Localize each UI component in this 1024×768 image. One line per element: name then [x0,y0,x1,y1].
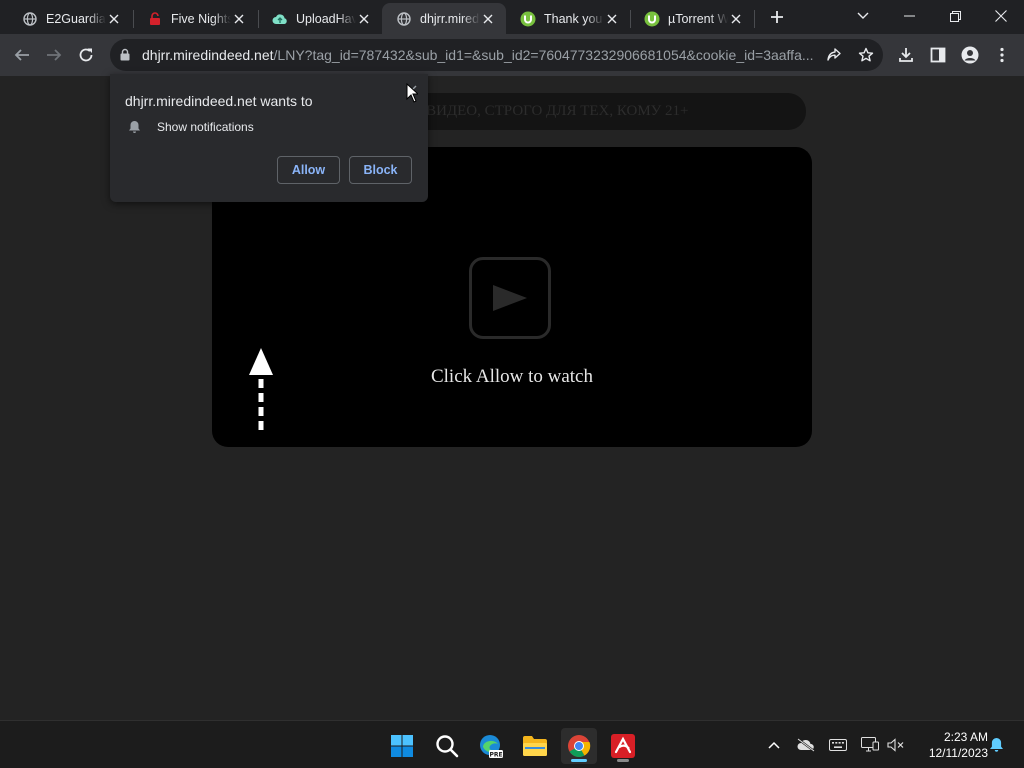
new-tab-button[interactable] [766,6,788,28]
notification-permission-prompt: dhjrr.miredindeed.net wants to Show noti… [110,74,428,202]
url-text[interactable]: dhjrr.miredindeed.net/LNY?tag_id=787432&… [142,47,822,65]
globe-icon [22,11,38,27]
download-icon[interactable] [893,42,919,68]
play-icon [493,285,527,311]
clock-time: 2:23 AM [943,730,988,744]
onedrive-off-icon[interactable] [796,735,816,755]
tab-search-chevron-icon[interactable] [840,0,886,32]
back-icon[interactable] [9,42,35,68]
close-window-button[interactable] [978,0,1024,32]
menu-kebab-icon[interactable] [989,42,1015,68]
tab-title: Thank you [544,11,603,26]
permission-label: Show notifications [157,120,254,134]
restore-button[interactable] [932,0,978,32]
volume-muted-icon[interactable] [886,735,906,755]
running-app-indicator [617,759,629,762]
close-tab-icon[interactable] [480,11,496,27]
click-allow-text: Click Allow to watch [430,366,593,387]
file-explorer-icon[interactable] [517,728,553,764]
minimize-button[interactable] [886,0,932,32]
utorrent-icon [520,11,536,27]
url-host: dhjrr.miredindeed.net [142,47,274,63]
edge-pre-icon[interactable]: PRE [473,728,509,764]
side-panel-icon[interactable] [925,42,951,68]
windows-taskbar: PRE 2:23 AM 12/11/2023 [0,720,1024,768]
arrow-up-icon [248,347,274,438]
share-icon[interactable] [823,44,845,66]
svg-text:PRE: PRE [489,751,502,758]
close-tab-icon[interactable] [728,11,744,27]
tray-overflow-chevron-icon[interactable] [764,735,784,755]
tab-title: E2Guardian [46,11,106,26]
tab-title: Five Nights [171,11,231,26]
search-icon[interactable] [429,728,465,764]
tab-title: dhjrr.miredindeed [420,11,480,26]
taskbar-clock[interactable]: 2:23 AM 12/11/2023 [912,729,988,761]
close-tab-icon[interactable] [604,11,620,27]
play-button[interactable] [469,257,551,339]
tab-title: UploadHaven [296,11,356,26]
prompt-title: dhjrr.miredindeed.net wants to [125,93,313,109]
url-path: /LNY?tag_id=787432&sub_id1=&sub_id2=7604… [273,47,814,63]
mouse-cursor-icon [406,82,420,108]
tab-separator [754,10,755,28]
close-tab-icon[interactable] [106,11,122,27]
bookmark-star-icon[interactable] [855,44,877,66]
address-bar[interactable]: dhjrr.miredindeed.net/LNY?tag_id=787432&… [110,39,883,71]
profile-icon[interactable] [957,42,983,68]
bell-icon [127,120,141,134]
keyboard-icon[interactable] [828,735,848,755]
close-tab-icon[interactable] [356,11,372,27]
tab-five-nights[interactable]: Five Nights [133,3,257,34]
network-display-icon[interactable] [860,735,880,755]
tab-strip: E2Guardian Five Nights UploadHaven dhjrr… [0,0,1024,34]
fnaf-lock-icon [147,11,163,27]
allow-button[interactable]: Allow [277,156,340,184]
cloud-upload-icon [272,11,288,27]
tab-title: µTorrent Web [668,11,728,26]
tab-utorrent-web[interactable]: µTorrent Web [630,3,754,34]
avira-icon[interactable] [605,728,641,764]
reload-icon[interactable] [73,42,99,68]
tab-e2guardian[interactable]: E2Guardian [8,3,132,34]
notification-bell-icon[interactable] [986,735,1006,755]
globe-icon [396,11,412,27]
chrome-icon[interactable] [561,728,597,764]
tab-dhjrr-active[interactable]: dhjrr.miredindeed [382,3,506,34]
block-button[interactable]: Block [349,156,412,184]
lock-icon[interactable] [120,48,130,66]
utorrent-icon [644,11,660,27]
tab-uploadhaven[interactable]: UploadHaven [258,3,382,34]
browser-toolbar: dhjrr.miredindeed.net/LNY?tag_id=787432&… [0,34,1024,76]
permission-row: Show notifications [127,120,254,134]
clock-date: 12/11/2023 [928,746,988,760]
start-icon[interactable] [384,728,420,764]
tab-thank-you[interactable]: Thank you [506,3,630,34]
close-tab-icon[interactable] [231,11,247,27]
active-app-indicator [571,759,587,762]
forward-icon[interactable] [41,42,67,68]
